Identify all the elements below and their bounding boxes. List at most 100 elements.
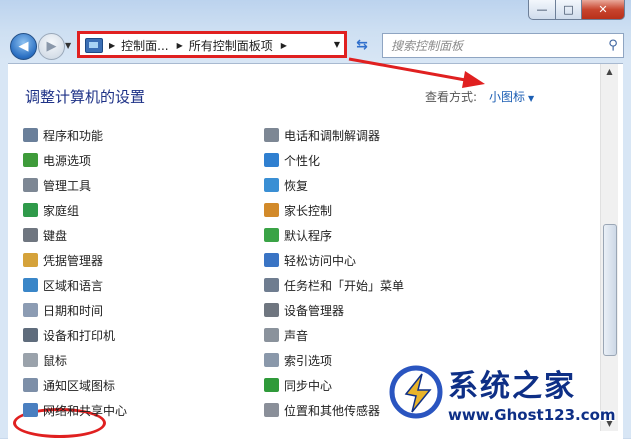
chevron-down-icon: ▼ (528, 94, 535, 103)
control-panel-item[interactable]: 网络和共享中心 (23, 401, 127, 419)
control-panel-item-label: 程序和功能 (43, 128, 104, 143)
homegroup-icon (23, 203, 38, 217)
mouse-icon (23, 353, 38, 367)
control-panel-item-label: 同步中心 (284, 378, 333, 393)
breadcrumb-all-items[interactable]: 所有控制面板项 (189, 37, 273, 54)
keyboard-icon (23, 228, 38, 242)
notification-icon (23, 378, 38, 392)
view-by-dropdown[interactable]: 小图标 ▼ (489, 88, 534, 105)
control-panel-item[interactable]: 通知区域图标 (23, 376, 115, 394)
minimize-button[interactable]: — (528, 0, 556, 20)
control-panel-item-label: 电源选项 (43, 153, 92, 168)
control-panel-item[interactable]: 日期和时间 (23, 301, 103, 319)
maximize-button[interactable]: □ (556, 0, 582, 20)
control-panel-item-label: 通知区域图标 (43, 378, 116, 393)
control-panel-item-label: 键盘 (43, 228, 68, 243)
index-icon (264, 353, 279, 367)
taskbar-icon (264, 278, 279, 292)
control-panel-item-label: 日期和时间 (43, 303, 104, 318)
scrollbar-thumb[interactable] (603, 224, 617, 356)
control-panel-item[interactable]: 索引选项 (264, 351, 332, 369)
speaker-icon (264, 328, 279, 342)
control-panel-window: — □ ✕ ◀ ▶ ▼ ▶ 控制面... ▶ 所有控制面板项 ▶ ▼ ⇆ ⚲ 调… (0, 0, 631, 439)
printer-icon (23, 328, 38, 342)
control-panel-item[interactable]: 恢复 (264, 176, 308, 194)
control-panel-item-label: 设备管理器 (284, 303, 345, 318)
device-manager-icon (264, 303, 279, 317)
annotation-arrow (348, 57, 485, 88)
parental-icon (264, 203, 279, 217)
control-panel-item[interactable]: 声音 (264, 326, 308, 344)
forward-button[interactable]: ▶ (38, 33, 65, 60)
control-panel-item-label: 区域和语言 (43, 278, 104, 293)
control-panel-item-label: 个性化 (284, 153, 321, 168)
page-title: 调整计算机的设置 (25, 88, 146, 106)
breadcrumb-separator-icon[interactable]: ▶ (281, 41, 287, 50)
recovery-icon (264, 178, 279, 192)
programs-icon (23, 128, 38, 142)
control-panel-item-label: 设备和打印机 (43, 328, 116, 343)
power-icon (23, 153, 38, 167)
refresh-button[interactable]: ⇆ (351, 34, 373, 56)
control-panel-item[interactable]: 设备管理器 (264, 301, 344, 319)
watermark-logo-icon (389, 365, 443, 419)
control-panel-item-label: 索引选项 (284, 353, 333, 368)
control-panel-item[interactable]: 管理工具 (23, 176, 91, 194)
control-panel-item-label: 轻松访问中心 (284, 253, 357, 268)
control-panel-item[interactable]: 设备和打印机 (23, 326, 115, 344)
control-panel-item-label: 家庭组 (43, 203, 80, 218)
breadcrumb-separator-icon[interactable]: ▶ (177, 41, 183, 50)
control-panel-item-label: 声音 (284, 328, 309, 343)
arrow-right-icon: ▶ (46, 39, 57, 54)
control-panel-item[interactable]: 默认程序 (264, 226, 332, 244)
scroll-up-icon[interactable]: ▲ (602, 64, 617, 79)
control-panel-item-label: 家长控制 (284, 203, 333, 218)
default-programs-icon (264, 228, 279, 242)
back-button[interactable]: ◀ (10, 33, 37, 60)
control-panel-item[interactable]: 任务栏和「开始」菜单 (264, 276, 404, 294)
watermark: 系统之家 www.Ghost123.com (388, 364, 628, 434)
control-panel-item[interactable]: 键盘 (23, 226, 67, 244)
control-panel-icon (85, 38, 103, 53)
sync-icon (264, 378, 279, 392)
control-panel-item-label: 位置和其他传感器 (284, 403, 381, 418)
control-panel-item[interactable]: 区域和语言 (23, 276, 103, 294)
caption-buttons: — □ ✕ (528, 0, 625, 20)
control-panel-item-label: 任务栏和「开始」菜单 (284, 278, 405, 293)
control-panel-item[interactable]: 电源选项 (23, 151, 91, 169)
address-dropdown-icon[interactable]: ▼ (334, 40, 340, 49)
control-panel-item[interactable]: 程序和功能 (23, 126, 103, 144)
region-icon (23, 278, 38, 292)
control-panel-item[interactable]: 凭据管理器 (23, 251, 103, 269)
network-icon (23, 403, 38, 417)
control-panel-item[interactable]: 家长控制 (264, 201, 332, 219)
close-button[interactable]: ✕ (582, 0, 625, 20)
accessibility-icon (264, 253, 279, 267)
phone-icon (264, 128, 279, 142)
recent-pages-dropdown[interactable]: ▼ (65, 41, 71, 50)
control-panel-item[interactable]: 鼠标 (23, 351, 67, 369)
control-panel-item[interactable]: 电话和调制解调器 (264, 126, 380, 144)
control-panel-item[interactable]: 同步中心 (264, 376, 332, 394)
breadcrumb-separator-icon[interactable]: ▶ (109, 41, 115, 50)
refresh-icon: ⇆ (356, 37, 368, 53)
watermark-title: 系统之家 (448, 369, 576, 404)
address-bar[interactable]: ▶ 控制面... ▶ 所有控制面板项 ▶ ▼ (79, 33, 347, 58)
control-panel-item-label: 电话和调制解调器 (284, 128, 381, 143)
chevron-down-icon: ▼ (65, 41, 72, 50)
credential-icon (23, 253, 38, 267)
personalize-icon (264, 153, 279, 167)
control-panel-item-label: 管理工具 (43, 178, 92, 193)
control-panel-item[interactable]: 家庭组 (23, 201, 79, 219)
control-panel-item-label: 鼠标 (43, 353, 68, 368)
search-icon[interactable]: ⚲ (603, 38, 623, 53)
control-panel-item-label: 网络和共享中心 (43, 403, 128, 418)
breadcrumb-control-panel[interactable]: 控制面... (121, 37, 168, 54)
control-panel-item[interactable]: 位置和其他传感器 (264, 401, 380, 419)
control-panel-item[interactable]: 个性化 (264, 151, 320, 169)
control-panel-item-label: 默认程序 (284, 228, 333, 243)
admin-tools-icon (23, 178, 38, 192)
control-panel-item[interactable]: 轻松访问中心 (264, 251, 356, 269)
control-panel-item-label: 恢复 (284, 178, 309, 193)
search-input[interactable] (383, 37, 603, 54)
